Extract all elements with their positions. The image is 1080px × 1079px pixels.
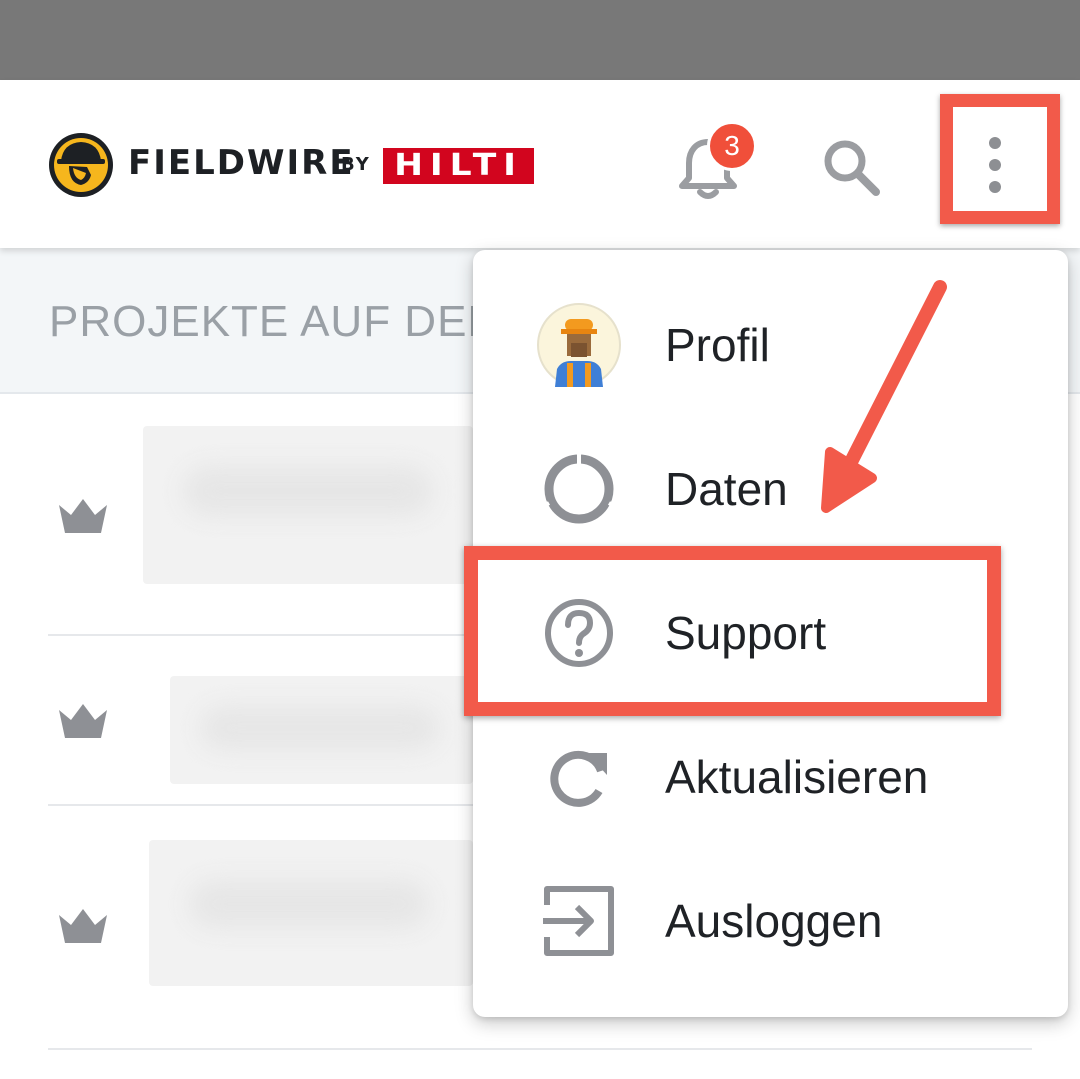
- app-header: FIELDWIRE BY HILTI 3: [0, 80, 1080, 248]
- refresh-icon: [550, 750, 607, 807]
- menu-item-logout[interactable]: Ausloggen: [473, 849, 1068, 993]
- project-name-redacted: [170, 676, 473, 784]
- avatar: [537, 303, 621, 387]
- menu-item-data[interactable]: Daten: [473, 417, 1068, 561]
- support-highlight: [464, 546, 1001, 716]
- brand-by: BY: [341, 154, 371, 175]
- section-title: PROJEKTE AUF DEM: [49, 297, 506, 346]
- project-name-redacted: [149, 840, 473, 986]
- menu-label-profile: Profil: [665, 319, 770, 371]
- fieldwire-logo-icon: [49, 133, 113, 197]
- search-icon[interactable]: [820, 136, 882, 198]
- menu-item-profile[interactable]: Profil: [473, 273, 1068, 417]
- status-bar: [0, 0, 1080, 80]
- more-options-highlight: [940, 94, 1060, 224]
- menu-label-logout: Ausloggen: [665, 895, 883, 947]
- menu-item-refresh[interactable]: Aktualisieren: [473, 705, 1068, 849]
- crown-icon: [59, 909, 107, 943]
- menu-label-data: Daten: [665, 463, 788, 515]
- project-name-redacted: [143, 426, 473, 584]
- brand-name: FIELDWIRE: [128, 143, 355, 183]
- hilti-logo-text: HILTI: [394, 148, 523, 183]
- menu-label-refresh: Aktualisieren: [665, 751, 929, 803]
- notification-badge: 3: [707, 121, 757, 171]
- storage-ring-icon: [537, 453, 621, 524]
- crown-icon: [59, 499, 107, 533]
- hilti-logo: HILTI: [383, 148, 534, 184]
- crown-icon: [59, 704, 107, 738]
- logout-icon: [543, 886, 614, 956]
